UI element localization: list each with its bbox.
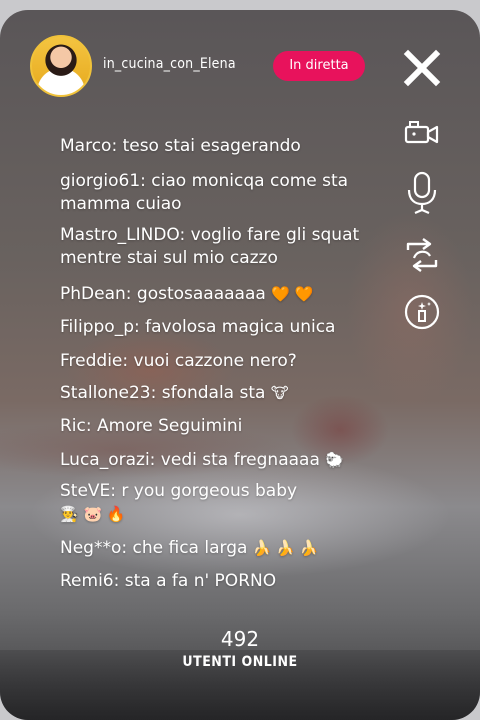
chat-message: Mastro_LINDO: voglio fare gli squat ment…	[60, 224, 360, 270]
close-icon	[403, 49, 441, 87]
chat-message: Neg**o: che fica larga 🍌 🍌 🍌	[60, 537, 318, 560]
chat-message: Marco: teso stai esagerando	[60, 135, 301, 158]
chat-message-text: Mastro_LINDO: voglio fare gli squat ment…	[60, 225, 360, 268]
live-badge: In diretta	[273, 51, 365, 81]
chat-message-emoji: 🐮	[270, 384, 289, 402]
chat-message-text: Freddie: vuoi cazzone nero?	[60, 351, 297, 371]
chat-message-emoji: 🍌 🍌 🍌	[252, 539, 319, 557]
chat-message-text: Marco: teso stai esagerando	[60, 136, 301, 156]
chat-message-text: Stallone23: sfondala sta	[60, 383, 266, 403]
chat-message-emoji: 🐑	[325, 451, 344, 469]
chat-message: Luca_orazi: vedi sta fregnaaaa 🐑	[60, 449, 344, 472]
chat-message: Remi6: sta a fa n' PORNO	[60, 570, 276, 593]
chat-message-text: giorgio61: ciao monicqa come sta mamma c…	[60, 171, 349, 214]
viewer-counter: 492 UTENTI ONLINE	[0, 626, 480, 672]
viewer-label: UTENTI ONLINE	[182, 654, 298, 670]
chat-message-text: Filippo_p: favolosa magica unica	[60, 317, 336, 337]
effects-button[interactable]	[403, 293, 441, 331]
microphone-toggle-button[interactable]	[403, 170, 441, 215]
chat-message-text: SteVE: r you gorgeous baby	[60, 481, 298, 501]
chat-message-text: Ric: Amore Seguimini	[60, 416, 243, 436]
microphone-icon	[407, 171, 437, 215]
switch-camera-icon	[406, 238, 438, 272]
chat-message-text: Remi6: sta a fa n' PORNO	[60, 571, 277, 591]
chat-message: Freddie: vuoi cazzone nero?	[60, 350, 297, 373]
chat-message: giorgio61: ciao monicqa come sta mamma c…	[60, 170, 360, 216]
viewer-count: 492	[220, 627, 260, 651]
chat-message: Stallone23: sfondala sta 🐮	[60, 382, 289, 405]
chat-message-text: PhDean: gostosaaaaaaa	[60, 284, 266, 304]
chat-message-text: Luca_orazi: vedi sta fregnaaaa	[60, 450, 320, 470]
chat-message-emoji: 👨‍🍳 🐷 🔥	[60, 505, 126, 523]
switch-camera-button[interactable]	[403, 236, 441, 274]
avatar[interactable]	[30, 35, 92, 97]
streamer-username[interactable]: in_cucina_con_Elena	[103, 56, 236, 72]
chat-message: SteVE: r you gorgeous baby 👨‍🍳 🐷 🔥	[60, 480, 297, 526]
chat-message: Ric: Amore Seguimini	[60, 415, 242, 438]
chat-message-emoji: 🧡 🧡	[271, 285, 314, 303]
chat-message-text: Neg**o: che fica larga	[60, 538, 248, 558]
camera-toggle-button[interactable]	[403, 114, 441, 152]
close-button[interactable]	[402, 48, 442, 88]
magic-wand-icon	[404, 294, 440, 330]
chat-message: Filippo_p: favolosa magica unica	[60, 316, 335, 339]
chat-message: PhDean: gostosaaaaaaa 🧡 🧡	[60, 283, 313, 306]
live-stream-screen: in_cucina_con_Elena In diretta Marco: te…	[0, 10, 480, 720]
video-camera-icon	[404, 121, 439, 144]
